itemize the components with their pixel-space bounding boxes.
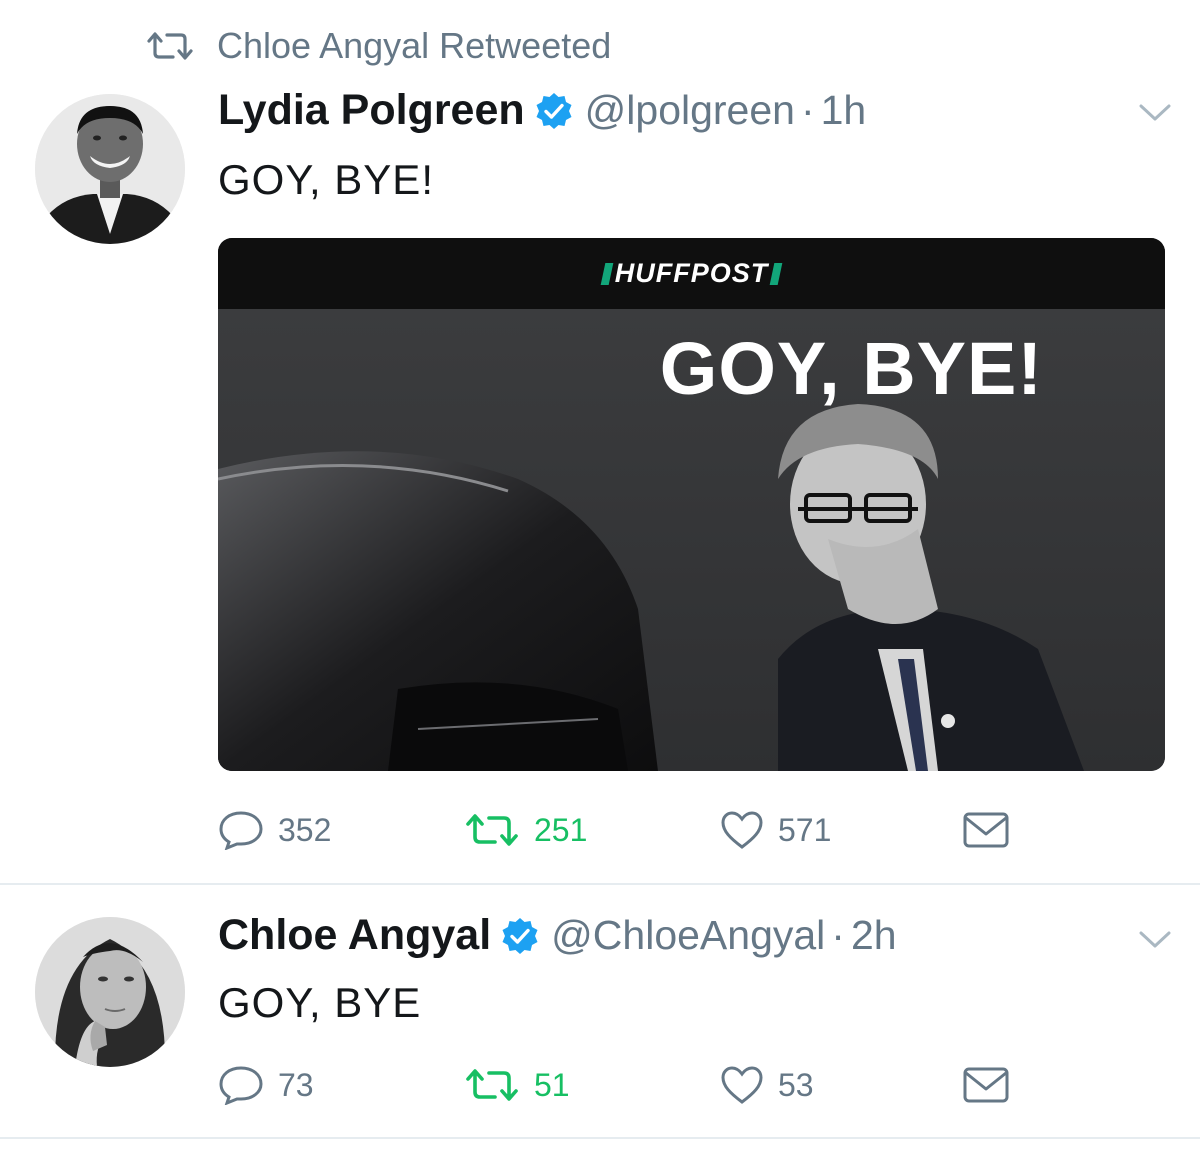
reply-count: 73 bbox=[278, 1066, 314, 1103]
reply-button[interactable]: 352 bbox=[218, 805, 331, 855]
envelope-icon bbox=[963, 812, 1009, 848]
retweet-button[interactable]: 251 bbox=[464, 805, 587, 855]
avatar-photo bbox=[35, 917, 185, 1067]
retweet-icon bbox=[466, 814, 518, 846]
retweet-count: 251 bbox=[534, 811, 588, 848]
like-button[interactable]: 53 bbox=[720, 1060, 814, 1110]
author-name[interactable]: Chloe Angyal bbox=[218, 911, 491, 960]
retweet-count: 51 bbox=[534, 1066, 570, 1103]
media-brand: HUFFPOST bbox=[599, 258, 785, 289]
reply-icon bbox=[219, 1066, 263, 1105]
like-count: 53 bbox=[778, 1066, 814, 1103]
chevron-down-icon[interactable] bbox=[1138, 929, 1172, 951]
tweet-header: Lydia Polgreen @lpolgreen · 1h bbox=[218, 86, 866, 135]
timestamp[interactable]: 2h bbox=[851, 912, 897, 959]
reply-button[interactable]: 73 bbox=[218, 1060, 314, 1110]
tweet-actions: 73 51 53 bbox=[218, 1060, 1118, 1110]
like-count: 571 bbox=[778, 811, 832, 848]
timestamp[interactable]: 1h bbox=[821, 87, 867, 134]
verified-badge-icon bbox=[502, 917, 538, 954]
reply-icon bbox=[219, 811, 263, 850]
avatar-photo bbox=[35, 94, 185, 244]
separator: · bbox=[800, 87, 815, 133]
tweet[interactable]: Lydia Polgreen @lpolgreen · 1h GOY, BYE! bbox=[0, 0, 1200, 884]
like-button[interactable]: 571 bbox=[720, 805, 831, 855]
media-headline: GOY, BYE! bbox=[659, 327, 1043, 410]
tweet-actions: 352 251 571 bbox=[218, 805, 1118, 855]
direct-message-button[interactable] bbox=[962, 805, 1024, 855]
retweet-button[interactable]: 51 bbox=[464, 1060, 570, 1110]
separator: · bbox=[831, 912, 845, 958]
heart-icon bbox=[721, 811, 763, 849]
tweet-divider bbox=[0, 1137, 1200, 1139]
retweet-icon bbox=[466, 1069, 518, 1101]
heart-icon bbox=[721, 1066, 763, 1104]
author-name[interactable]: Lydia Polgreen bbox=[218, 86, 525, 135]
reply-count: 352 bbox=[278, 811, 332, 848]
avatar[interactable] bbox=[35, 917, 185, 1067]
envelope-icon bbox=[963, 1067, 1009, 1103]
author-handle[interactable]: @ChloeAngyal bbox=[551, 912, 825, 959]
tweet-text: GOY, BYE bbox=[218, 979, 422, 1026]
verified-badge-icon bbox=[536, 92, 572, 129]
tweet-text: GOY, BYE! bbox=[218, 156, 434, 203]
media-banner: HUFFPOST bbox=[218, 238, 1165, 309]
tweet-header: Chloe Angyal @ChloeAngyal · 2h bbox=[218, 911, 897, 960]
direct-message-button[interactable] bbox=[962, 1060, 1024, 1110]
author-handle[interactable]: @lpolgreen bbox=[585, 87, 795, 134]
tweet-media[interactable]: HUFFPOST GOY, BYE! bbox=[218, 238, 1165, 771]
chevron-down-icon[interactable] bbox=[1138, 102, 1172, 124]
avatar[interactable] bbox=[35, 94, 185, 244]
tweet[interactable]: Chloe Angyal @ChloeAngyal · 2h GOY, BYE … bbox=[0, 885, 1200, 1137]
